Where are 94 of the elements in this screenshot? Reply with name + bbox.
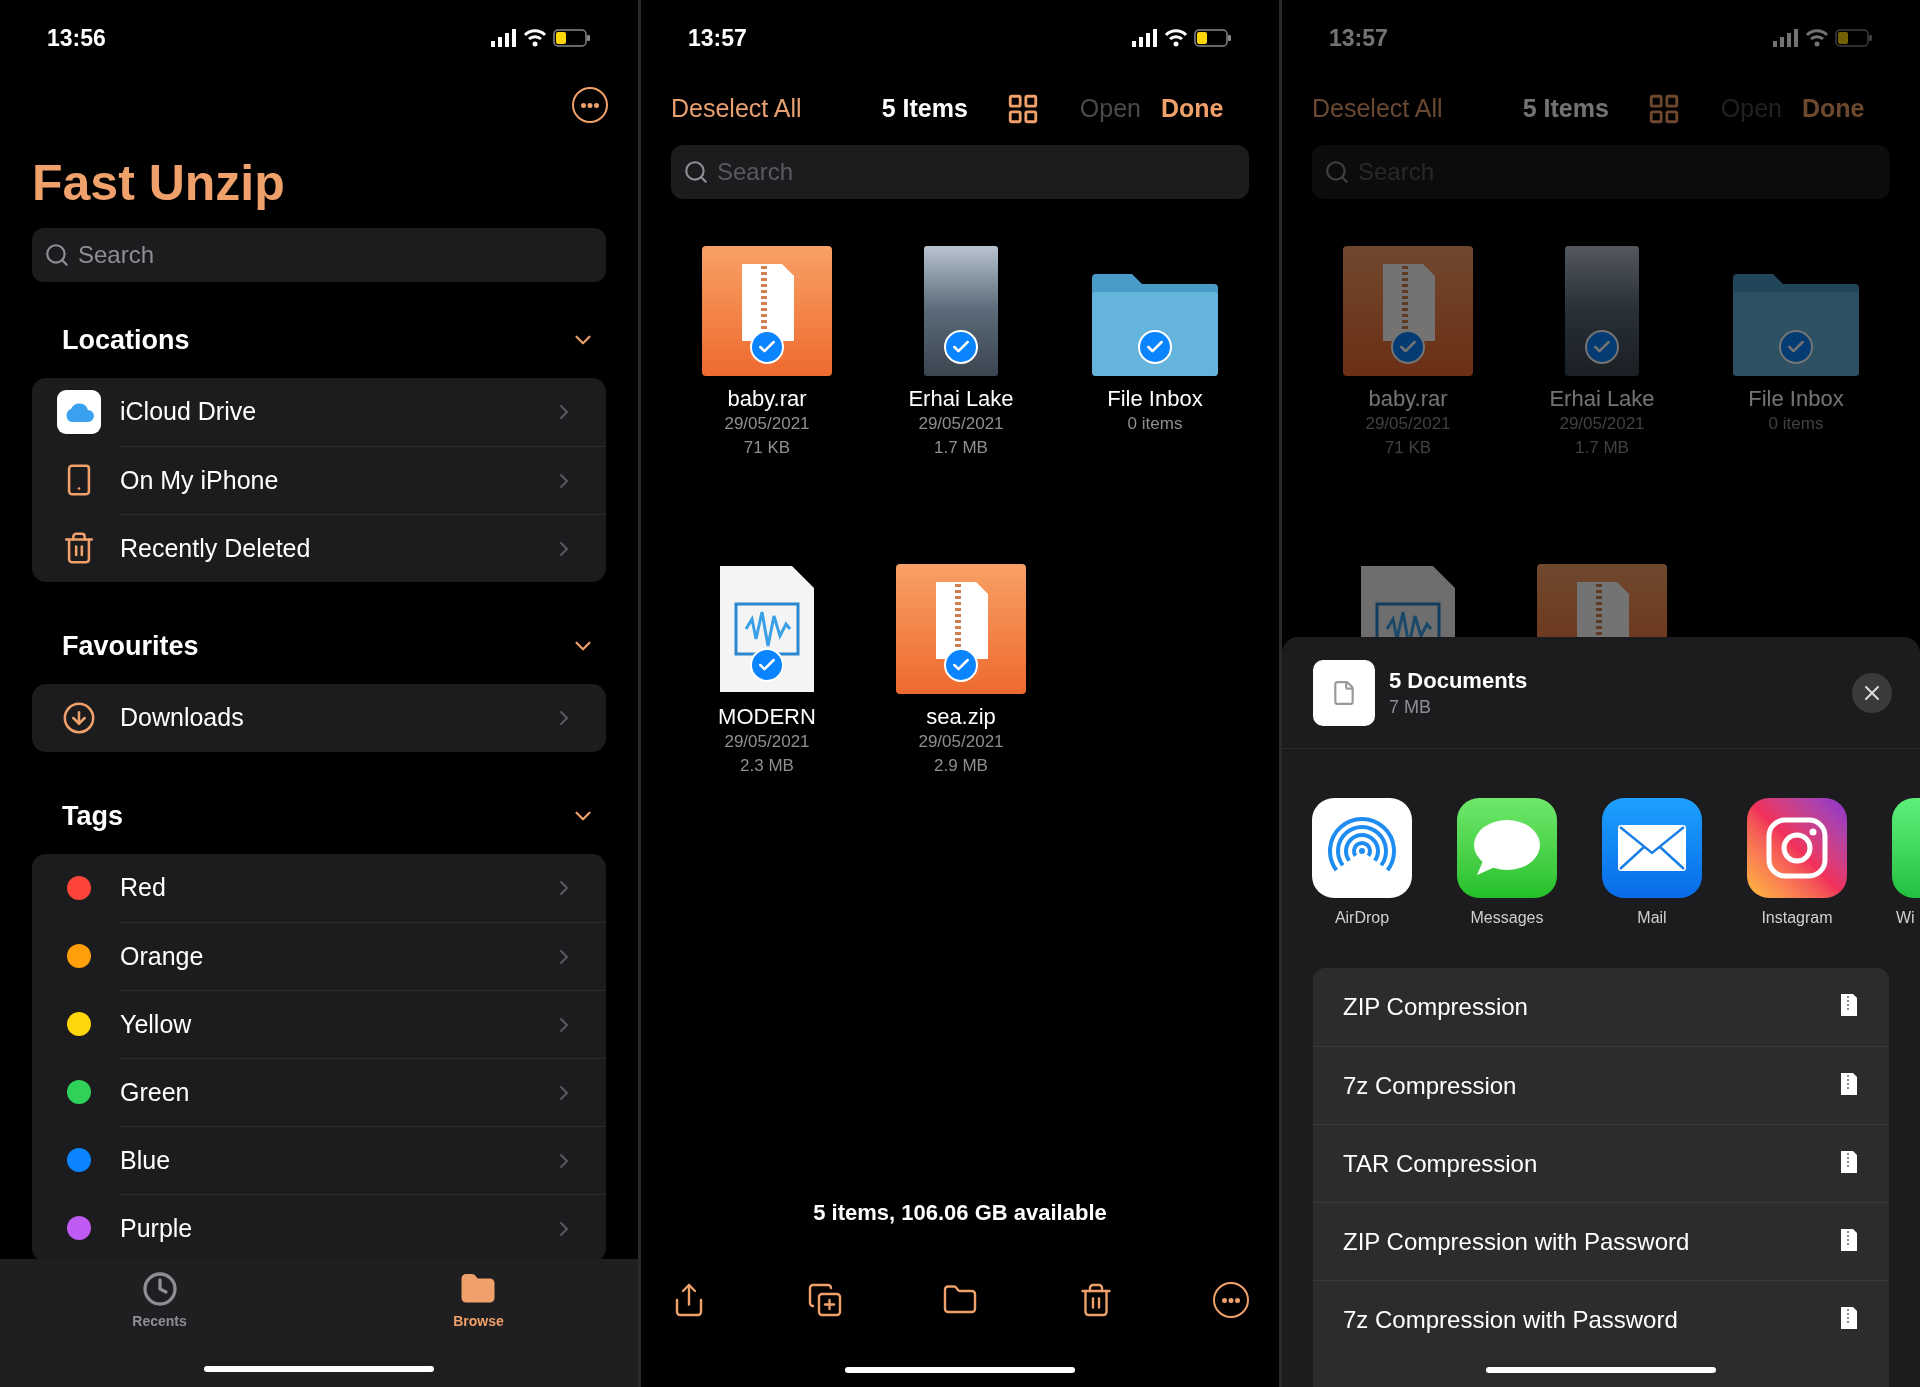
list-row[interactable]: Downloads [32, 684, 606, 752]
folder-icon [1090, 272, 1220, 376]
file-date: 29/05/2021 [1559, 413, 1645, 435]
selection-check-icon[interactable] [1779, 330, 1813, 364]
storage-summary: 5 items, 106.06 GB available [813, 1200, 1107, 1226]
archive-file-icon [896, 564, 1026, 694]
audio-file-icon [718, 564, 816, 694]
file-date: 29/05/2021 [724, 413, 810, 435]
signal-icon [1132, 29, 1158, 47]
status-time: 13:57 [688, 23, 747, 53]
file-name: baby.rar [1368, 386, 1448, 412]
close-button[interactable] [1852, 672, 1892, 713]
file-size: 71 KB [743, 437, 791, 459]
trash-icon [62, 531, 96, 565]
deselect-all-button[interactable]: Deselect All [671, 90, 802, 128]
share-app[interactable]: Mail [1602, 798, 1702, 930]
selection-check-icon[interactable] [1391, 330, 1425, 364]
action-row[interactable]: ZIP Compression [1313, 968, 1889, 1046]
search-field[interactable]: Search [32, 228, 606, 282]
signal-icon [491, 29, 517, 47]
document-thumbnail [1313, 659, 1375, 726]
section-header: Tags [62, 800, 123, 833]
section-header: Favourites [62, 630, 199, 663]
file-name: sea.zip [926, 704, 996, 730]
action-row[interactable]: TAR Compression [1313, 1124, 1889, 1202]
file-date: 0 items [1768, 413, 1824, 435]
share-title: 5 Documents [1389, 666, 1528, 695]
ellipsis-icon [581, 102, 599, 108]
share-app[interactable]: Instagram [1747, 798, 1847, 930]
file-name: baby.rar [727, 386, 807, 412]
file-date: 29/05/2021 [1365, 413, 1451, 435]
list-row[interactable]: Red [32, 854, 606, 922]
status-time: 13:57 [1329, 23, 1388, 53]
more-button[interactable] [1213, 1282, 1249, 1318]
file-name: File Inbox [1748, 386, 1844, 412]
tab-item[interactable]: Browse [447, 1271, 510, 1332]
file-date: 29/05/2021 [724, 731, 810, 753]
wifi-icon [1805, 29, 1829, 47]
file-date: 0 items [1127, 413, 1183, 435]
list-row[interactable]: Orange [32, 922, 606, 990]
list-row[interactable]: Blue [32, 1126, 606, 1194]
share-app[interactable]: AirDrop [1312, 798, 1412, 930]
list-row[interactable]: On My iPhone [32, 446, 606, 514]
download-icon [62, 701, 96, 735]
action-row[interactable]: ZIP Compression with Password [1313, 1202, 1889, 1280]
file-name: Erhai Lake [908, 386, 1014, 412]
cloud-icon [57, 390, 101, 434]
done-button[interactable]: Done [1160, 90, 1224, 128]
file-date: 29/05/2021 [918, 731, 1004, 753]
file-name: File Inbox [1107, 386, 1203, 412]
file-size: 1.7 MB [1575, 437, 1629, 459]
duplicate-icon[interactable] [806, 1282, 843, 1318]
more-button[interactable] [572, 87, 608, 123]
file-size: 2.9 MB [934, 755, 988, 777]
messages-icon [1457, 798, 1557, 898]
list-row[interactable]: Recently Deleted [32, 514, 606, 582]
camera-app-icon [1747, 798, 1847, 898]
file-size: 71 KB [1384, 437, 1432, 459]
action-row[interactable]: 7z Compression [1313, 1046, 1889, 1124]
folder-icon [1731, 272, 1861, 376]
search-icon [1324, 159, 1350, 185]
file-size: 2.3 MB [740, 755, 794, 777]
action-row[interactable]: 7z Compression with Password [1313, 1280, 1889, 1358]
search-icon [44, 242, 70, 268]
file-name: Erhai Lake [1549, 386, 1655, 412]
section-header: Locations [62, 324, 190, 357]
item-count: 5 Items [1522, 93, 1609, 125]
file-date: 29/05/2021 [918, 413, 1004, 435]
share-app[interactable]: Messages [1457, 798, 1557, 930]
clock-icon [141, 1271, 178, 1307]
share-subtitle: 7 MB [1389, 695, 1432, 719]
search-icon [683, 159, 709, 185]
file-name: MODERN [718, 704, 816, 730]
status-time: 13:56 [47, 23, 106, 53]
battery-icon [1194, 29, 1232, 47]
archive-file-icon [1343, 246, 1473, 376]
wifi-icon [523, 29, 547, 47]
airdrop-icon [1312, 798, 1412, 898]
wifi-icon [1164, 29, 1188, 47]
share-app[interactable]: Wi [1892, 798, 1920, 930]
signal-icon [1773, 29, 1799, 47]
item-count: 5 Items [881, 93, 968, 125]
battery-icon [553, 29, 591, 47]
mail-icon [1602, 798, 1702, 898]
app-title: Fast Unzip [32, 155, 285, 211]
selection-check-icon[interactable] [1585, 330, 1619, 364]
list-row[interactable]: Green [32, 1058, 606, 1126]
battery-icon [1835, 29, 1873, 47]
tab-item[interactable]: Recents [126, 1271, 193, 1332]
list-row[interactable]: Yellow [32, 990, 606, 1058]
archive-file-icon [702, 246, 832, 376]
ellipsis-icon [1222, 1297, 1240, 1303]
file-size: 1.7 MB [934, 437, 988, 459]
list-row[interactable]: iCloud Drive [32, 378, 606, 446]
